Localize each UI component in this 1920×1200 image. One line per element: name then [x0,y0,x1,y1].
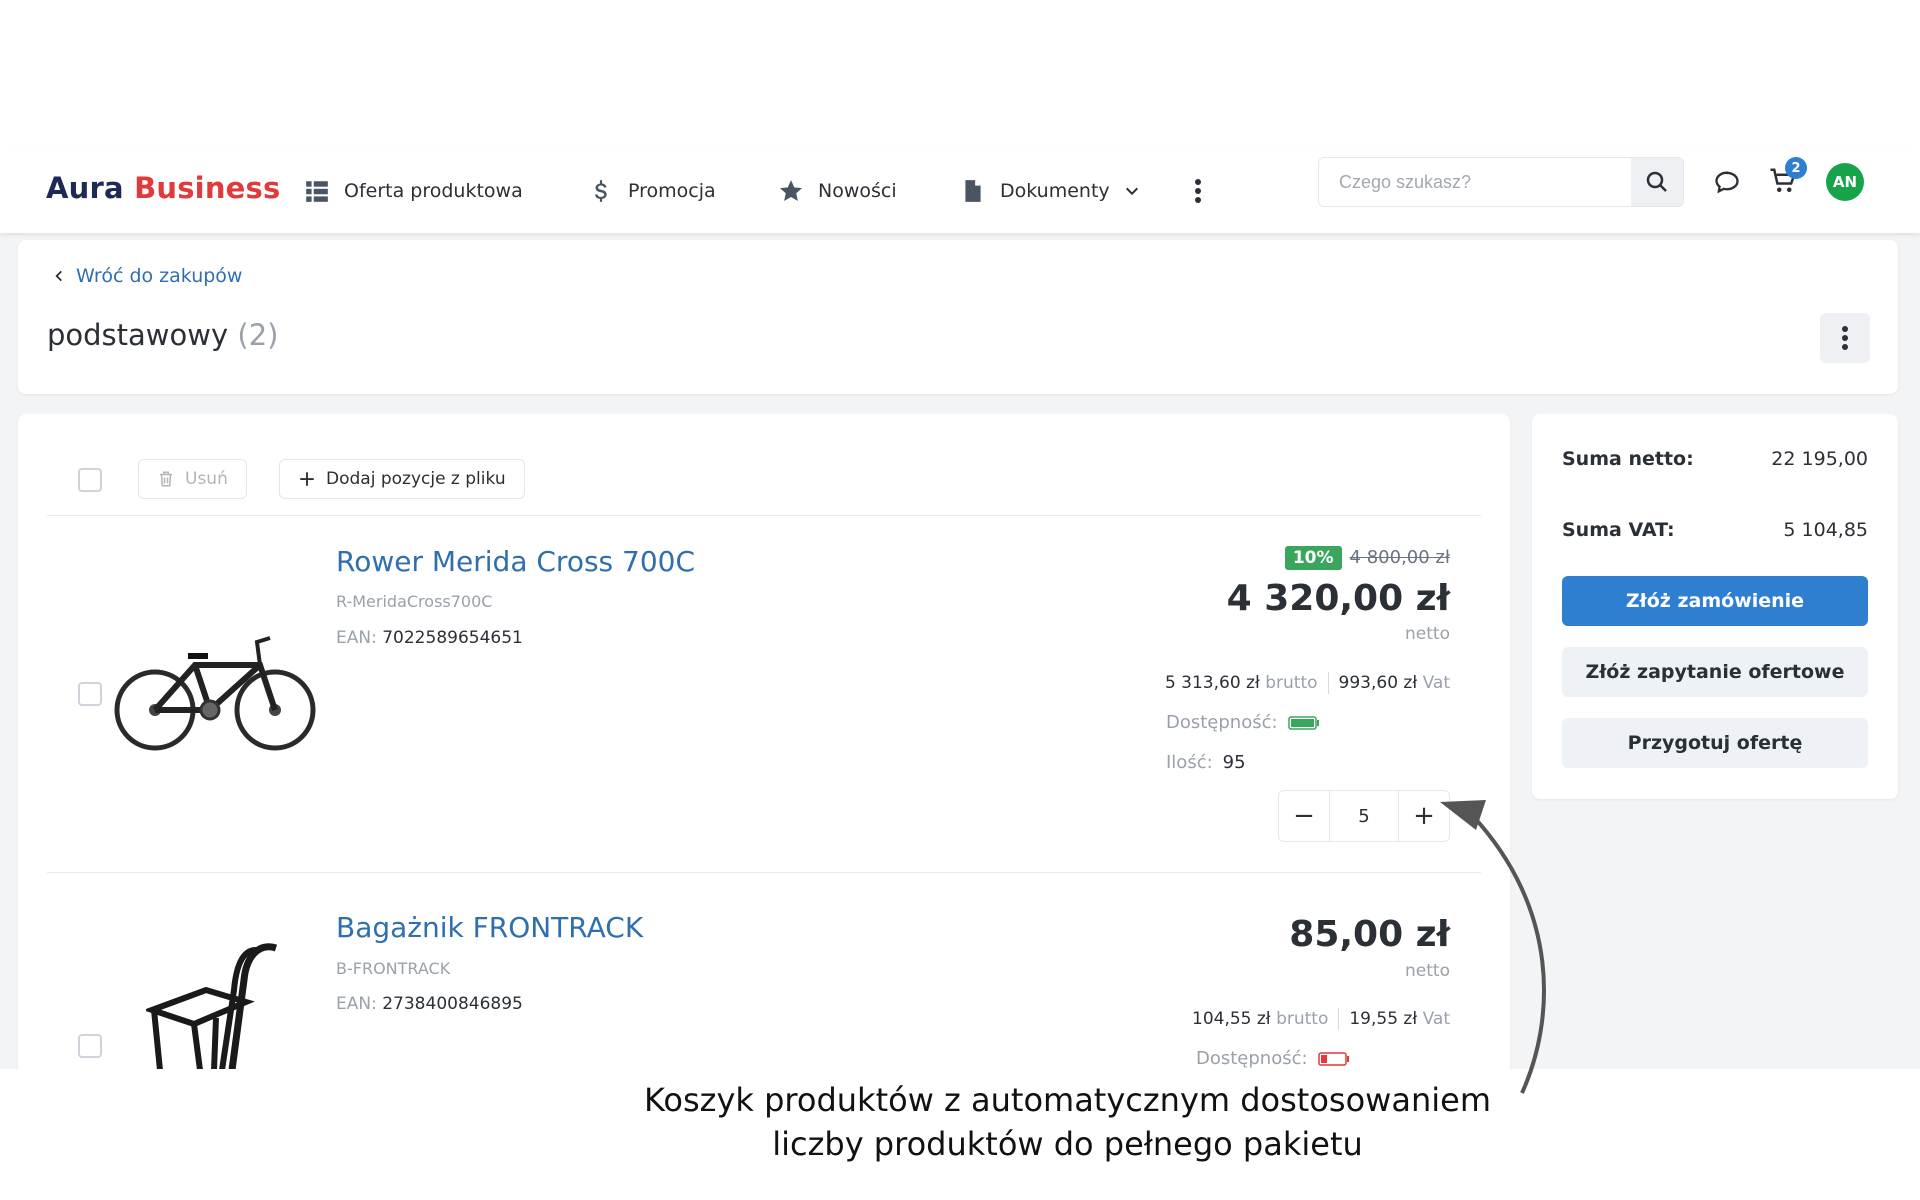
dollar-icon [595,180,607,202]
select-all-checkbox[interactable] [78,468,102,492]
product-name-link[interactable]: Bagażnik FRONTRACK [336,911,643,944]
top-blank-area [0,0,1920,149]
user-avatar[interactable]: AN [1826,163,1864,201]
net-sum-row: Suma netto: 22 195,00 [1562,448,1868,470]
availability-row: Dostępność: [1196,1048,1350,1069]
ean-label: EAN: [336,994,377,1014]
place-order-button[interactable]: Złóż zamówienie [1562,576,1868,626]
product-code: B-FRONTRACK [336,959,451,978]
gross-label: brutto [1276,1009,1329,1029]
vat-sum-value: 5 104,85 [1783,519,1868,541]
back-to-shopping-link[interactable]: Wróć do zakupów [52,265,242,287]
brand-logo-part2: Business [134,171,281,205]
price-old-row: 10% 4 800,00 zł [1200,546,1450,570]
delete-button[interactable]: Usuń [138,459,247,499]
toolbar-divider [47,515,1481,516]
gross-vat-line: 104,55 zł brutto 19,55 zł Vat [1050,1008,1450,1030]
quantity-available-row: Ilość: 95 [1166,752,1246,773]
nav-item-promotion[interactable]: Promocja [588,171,716,211]
availability-label: Dostępność: [1166,712,1278,733]
cart-item-count: (2) [237,318,279,352]
gross-vat-line: 5 313,60 zł brutto 993,60 zł Vat [1050,672,1450,694]
product-price: 4 320,00 zł [1226,578,1450,619]
discount-badge: 10% [1284,546,1342,570]
product-checkbox[interactable] [78,1034,102,1058]
product-ean: EAN: 7022589654651 [336,628,523,648]
vat-sum-label: Suma VAT: [1562,519,1675,541]
quantity-available-value: 95 [1222,752,1246,773]
product-divider [47,872,1481,873]
document-icon [965,180,981,202]
vat-sum-row: Suma VAT: 5 104,85 [1562,519,1868,541]
more-menu-button[interactable] [1186,171,1210,211]
nav-item-news-label: Nowości [818,180,897,202]
quantity-label: Ilość: [1166,752,1213,773]
cart-count-badge: 2 [1785,157,1807,179]
ean-label: EAN: [336,628,377,648]
battery-full-icon [1287,715,1319,730]
vat-label: Vat [1422,673,1450,693]
caption-text: Koszyk produktów z automatycznym dostoso… [600,1078,1535,1166]
brand-logo[interactable]: Aura Business [46,171,280,205]
cart-options-button[interactable] [1820,313,1870,363]
search-input[interactable] [1319,158,1631,206]
messages-button[interactable] [1712,167,1742,197]
product-price: 85,00 zł [1289,914,1450,955]
rack-product-image[interactable] [146,940,286,1070]
decrease-quantity-button[interactable]: − [1279,791,1329,841]
nav-item-documents-label: Dokumenty [1000,180,1110,202]
availability-label: Dostępność: [1196,1048,1308,1069]
product-ean: EAN: 2738400846895 [336,994,523,1014]
plus-icon [300,472,314,486]
nav-item-offer[interactable]: Oferta produktowa [304,171,523,211]
net-sum-value: 22 195,00 [1771,448,1868,470]
vertical-dots-icon [1842,326,1848,350]
search-icon [1646,171,1667,192]
quantity-input[interactable]: 5 [1329,791,1399,841]
vertical-dots-icon [1195,179,1201,203]
product-name-link[interactable]: Rower Merida Cross 700C [336,545,695,578]
nav-item-offer-label: Oferta produktowa [344,180,523,202]
availability-row: Dostępność: [1166,712,1320,733]
old-price: 4 800,00 zł [1349,547,1450,568]
chevron-down-icon [1125,187,1138,196]
net-sum-label: Suma netto: [1562,448,1694,470]
ean-value: 2738400846895 [382,994,523,1014]
caption-line-2: liczby produktów do pełnego pakietu [772,1125,1363,1163]
nav-item-news[interactable]: Nowości [778,171,897,211]
battery-low-icon [1317,1051,1349,1066]
prepare-offer-button[interactable]: Przygotuj ofertę [1562,718,1868,768]
page-header-card [18,240,1898,394]
vat-value: 19,55 zł [1349,1009,1418,1029]
product-code: R-MeridaCross700C [336,592,493,611]
request-quote-button[interactable]: Złóż zapytanie ofertowe [1562,647,1868,697]
caption-line-1: Koszyk produktów z automatycznym dostoso… [644,1081,1491,1119]
star-icon [779,180,803,201]
brand-logo-part1: Aura [46,171,124,205]
chevron-left-icon [55,270,62,282]
trash-icon [160,471,172,487]
product-checkbox[interactable] [78,682,102,706]
vat-value: 993,60 zł [1338,673,1418,693]
search-button[interactable] [1631,158,1683,206]
ean-value: 7022589654651 [382,628,523,648]
search-box [1318,157,1684,207]
cart-name: podstawowy [47,318,229,352]
grid-list-icon [306,181,328,202]
gross-value: 5 313,60 zł [1164,673,1260,693]
annotation-arrow [1440,800,1546,1094]
add-from-file-button[interactable]: Dodaj pozycje z pliku [279,459,525,499]
chat-bubble-icon [1715,171,1739,194]
nav-item-documents[interactable]: Dokumenty [960,171,1140,211]
price-type-label: netto [1405,624,1450,644]
gross-value: 104,55 zł [1192,1009,1271,1029]
gross-label: brutto [1265,673,1318,693]
page-title: podstawowy (2) [47,318,278,352]
bicycle-product-image[interactable] [110,620,320,755]
delete-button-label: Usuń [185,469,228,489]
nav-item-promotion-label: Promocja [628,180,716,202]
back-link-label: Wróć do zakupów [76,265,243,287]
add-from-file-label: Dodaj pozycje z pliku [326,469,506,489]
